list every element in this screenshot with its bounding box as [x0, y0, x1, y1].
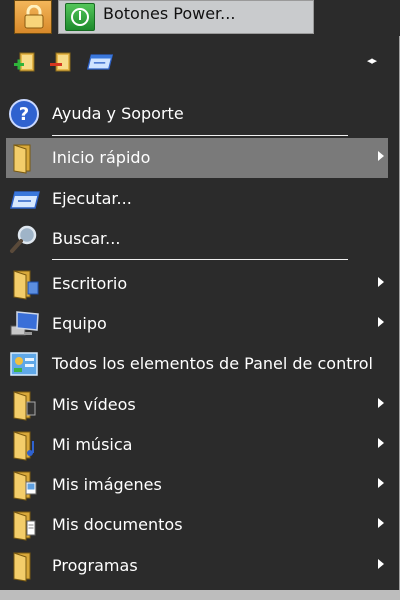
power-icon — [65, 3, 95, 31]
menu-item-quick-launch[interactable]: Inicio rápido — [6, 138, 388, 178]
submenu-arrow-icon — [378, 478, 384, 488]
menu-item-computer[interactable]: Equipo — [6, 304, 388, 344]
power-buttons-button[interactable]: Botones Power... — [58, 0, 314, 34]
menu-item-label: Mis imágenes — [52, 475, 162, 494]
menu-item-label: Mi música — [52, 435, 133, 454]
remove-folder-icon[interactable] — [48, 50, 76, 74]
submenu-arrow-icon — [378, 151, 384, 161]
menu-item-label: Mis vídeos — [52, 395, 136, 414]
menu-item-label: Escritorio — [52, 274, 128, 293]
videos-folder-icon — [13, 391, 36, 421]
run-window-icon[interactable] — [86, 50, 114, 74]
programs-folder-icon — [13, 552, 31, 582]
menu-item-label: Ayuda y Soporte — [52, 104, 184, 123]
scroll-arrows[interactable]: ◂▸ — [367, 54, 377, 67]
menu-item-my-documents[interactable]: Mis documentos — [6, 505, 388, 545]
run-icon — [10, 191, 40, 209]
separator — [52, 135, 348, 136]
svg-text:?: ? — [19, 104, 29, 125]
submenu-arrow-icon — [378, 438, 384, 448]
help-icon: ? — [9, 99, 39, 129]
menu-item-label: Todos los elementos de Panel de control — [52, 354, 373, 373]
menu-item-programs[interactable]: Programas — [6, 546, 388, 586]
menu-item-my-pictures[interactable]: Mis imágenes — [6, 465, 388, 505]
menu-item-my-music[interactable]: Mi música — [6, 425, 388, 465]
control-panel-icon — [10, 352, 38, 376]
start-menu: Botones Power... ◂▸ ? Ayuda y Soporte In… — [0, 0, 400, 600]
submenu-arrow-icon — [378, 317, 384, 327]
menu-item-desktop[interactable]: Escritorio — [6, 264, 388, 304]
search-icon — [10, 225, 37, 253]
separator — [52, 259, 348, 260]
menu-item-label: Inicio rápido — [52, 148, 151, 167]
folder-icon — [13, 270, 39, 300]
submenu-arrow-icon — [378, 559, 384, 569]
menu-item-label: Equipo — [52, 314, 107, 333]
power-buttons-label: Botones Power... — [103, 4, 236, 23]
music-folder-icon — [13, 431, 34, 461]
menu-item-label: Ejecutar... — [52, 189, 132, 208]
menu-item-help[interactable]: ? Ayuda y Soporte — [6, 94, 388, 134]
menu-item-label: Mis documentos — [52, 515, 183, 534]
top-bar: Botones Power... — [0, 0, 400, 36]
submenu-arrow-icon — [378, 518, 384, 528]
computer-icon — [10, 311, 39, 336]
menu-item-search[interactable]: Buscar... — [6, 219, 388, 259]
lock-button[interactable] — [14, 0, 52, 34]
submenu-arrow-icon — [378, 277, 384, 287]
menu-item-run[interactable]: Ejecutar... — [6, 179, 388, 219]
menu-item-control-panel[interactable]: Todos los elementos de Panel de control — [6, 344, 388, 384]
lock-icon — [24, 5, 44, 29]
submenu-arrow-icon — [378, 398, 384, 408]
toolbar: ◂▸ — [0, 44, 400, 80]
add-folder-icon[interactable] — [12, 50, 40, 74]
menu-item-label: Buscar... — [52, 229, 121, 248]
pictures-folder-icon — [13, 471, 37, 501]
menu-item-label: Programas — [52, 556, 138, 575]
folder-icon — [13, 144, 31, 174]
bottom-bar — [0, 590, 400, 600]
menu-item-my-videos[interactable]: Mis vídeos — [6, 385, 388, 425]
documents-folder-icon — [13, 511, 36, 541]
